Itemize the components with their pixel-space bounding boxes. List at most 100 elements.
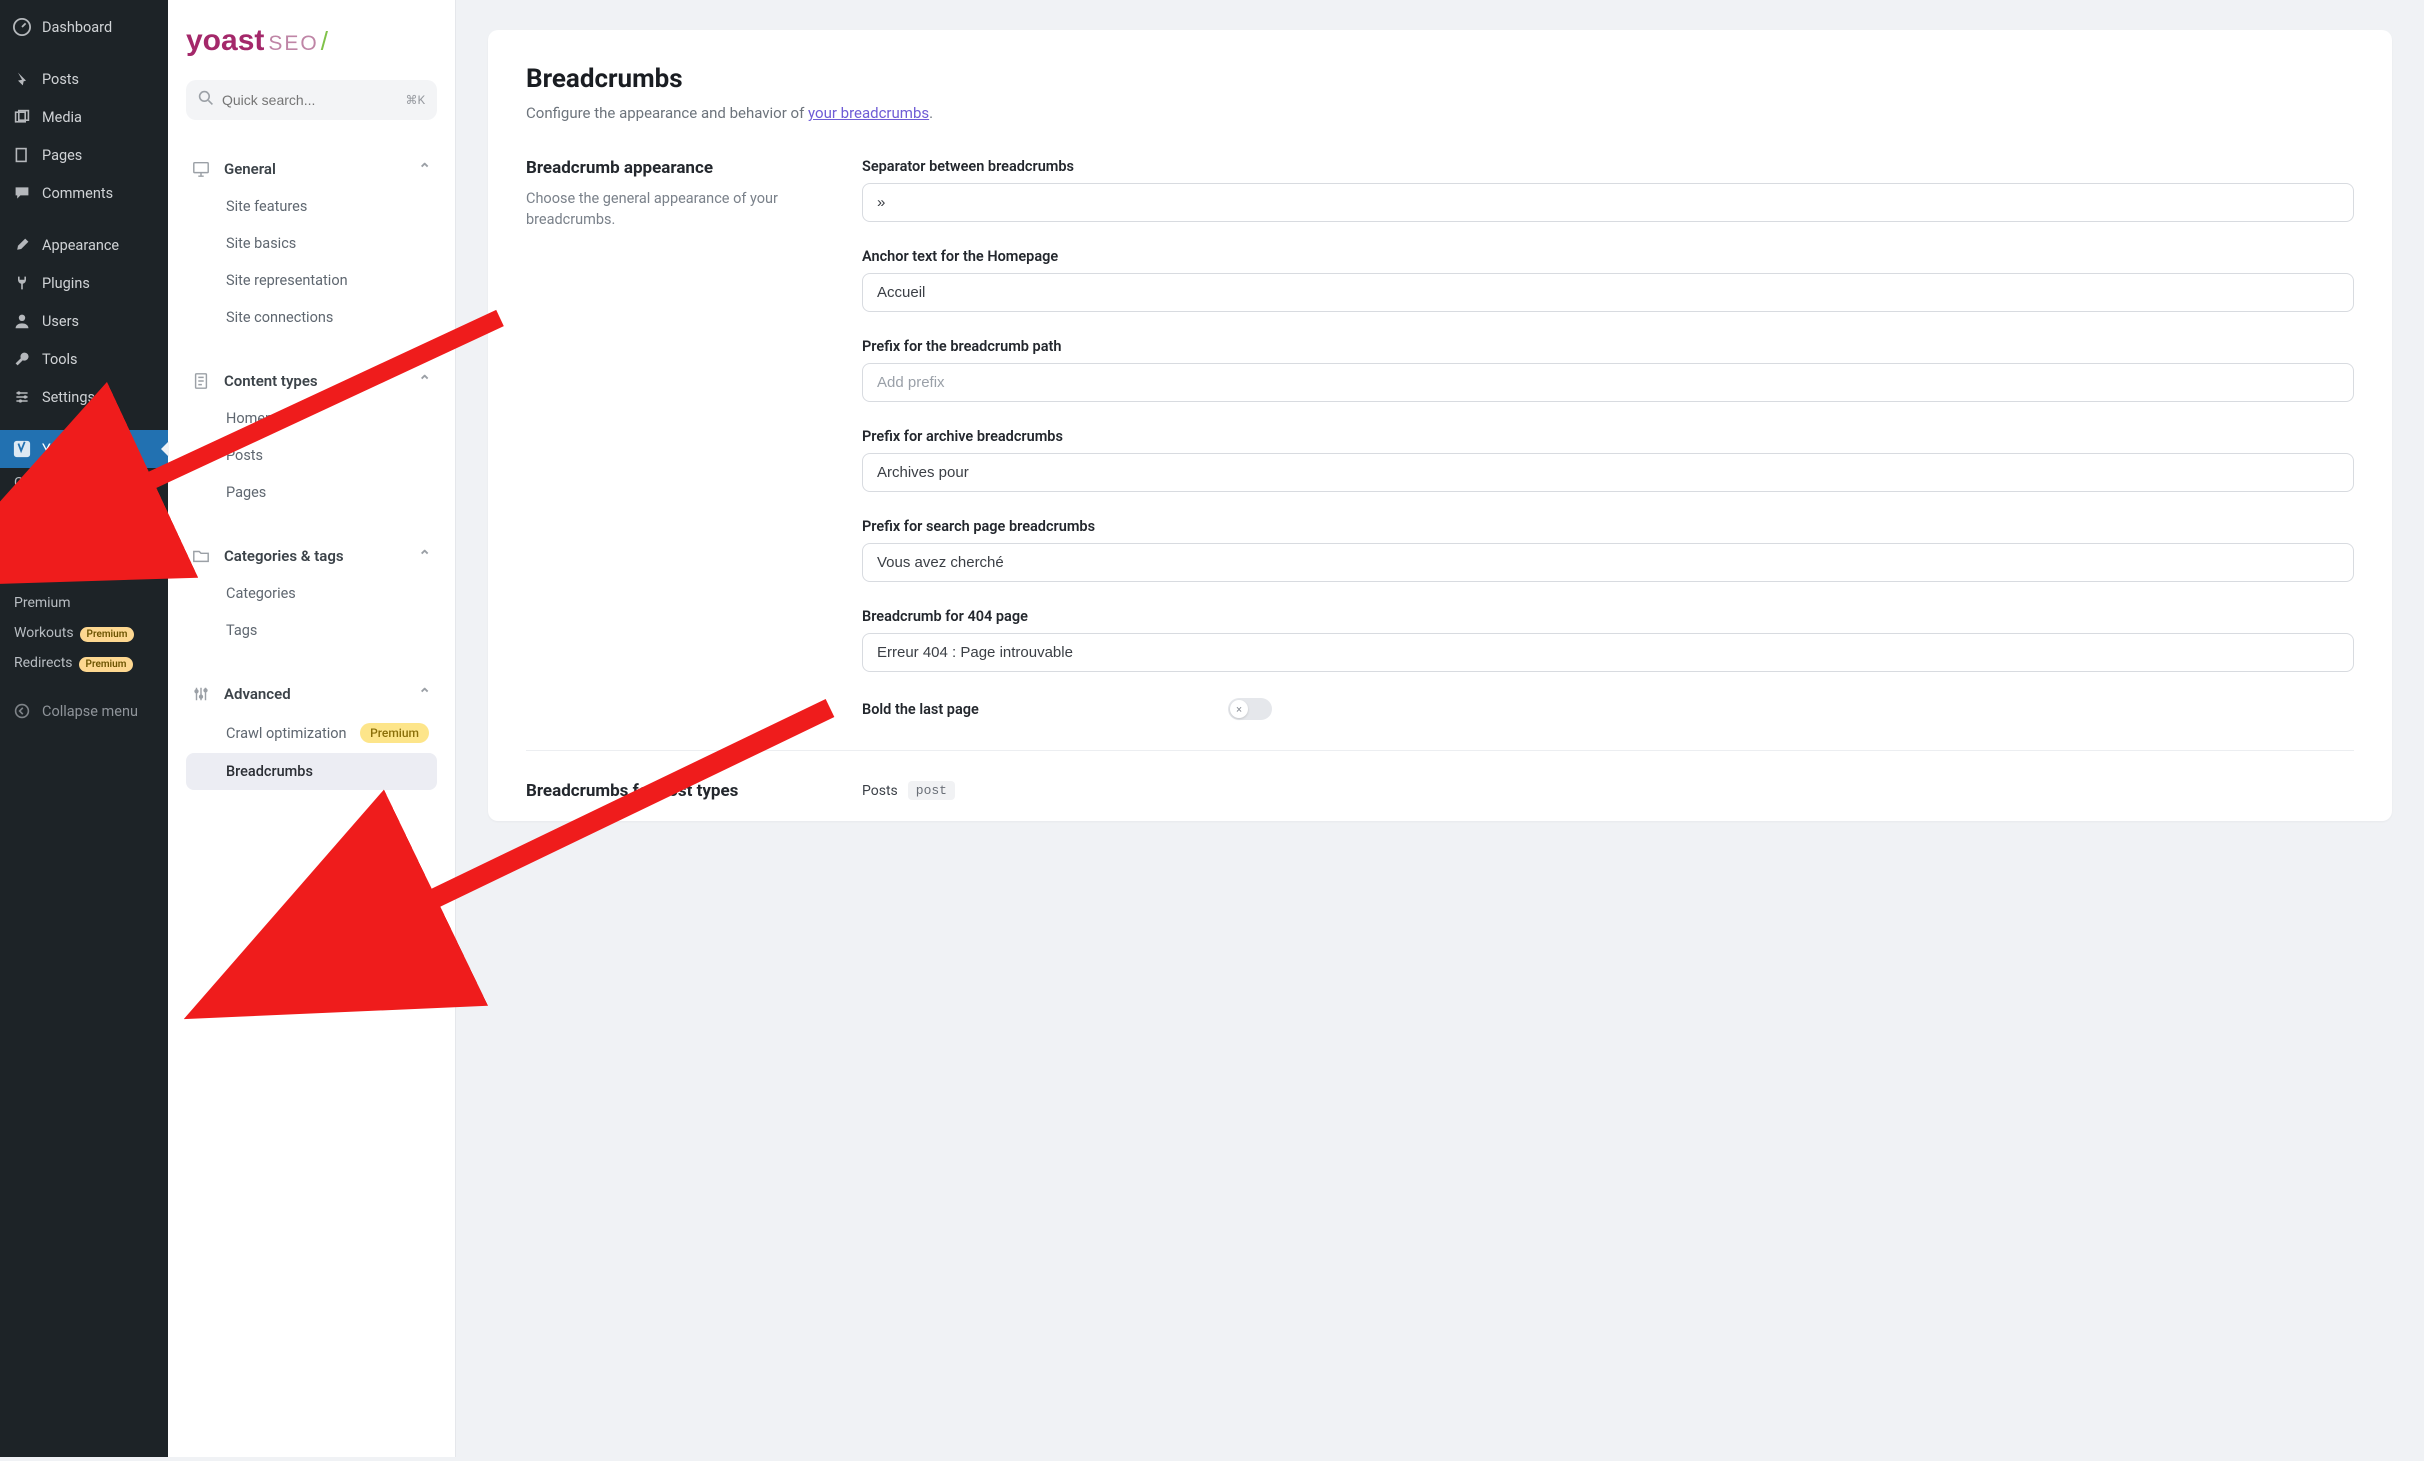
nav-categories[interactable]: Categories	[186, 575, 437, 612]
dashboard-icon	[12, 17, 32, 37]
anchor-input[interactable]	[862, 273, 2354, 312]
yoast-submenu-integrations[interactable]: Integrations	[0, 528, 168, 558]
separator-input[interactable]	[862, 183, 2354, 222]
separator-label: Separator between breadcrumbs	[862, 158, 2354, 175]
quick-search-box[interactable]: ⌘K	[186, 80, 437, 120]
nav-tags[interactable]: Tags	[186, 612, 437, 649]
prefix-archive-label: Prefix for archive breadcrumbs	[862, 428, 2354, 445]
yoast-submenu-premium[interactable]: Premium	[0, 588, 168, 618]
label: Content types	[224, 372, 318, 390]
section-posttypes: Breadcrumbs for post types Posts post	[526, 781, 2354, 811]
sliders-icon	[12, 387, 32, 407]
fields: Separator between breadcrumbs Anchor tex…	[862, 158, 2354, 720]
section-appearance: Breadcrumb appearance Choose the general…	[526, 158, 2354, 751]
nav-site-features[interactable]: Site features	[186, 188, 437, 225]
sidebar-item-posts[interactable]: Posts	[0, 60, 168, 98]
group-content-types: Content types ⌃ Homepage Posts Pages	[186, 362, 437, 511]
quick-search-input[interactable]	[222, 92, 405, 108]
nav-site-basics[interactable]: Site basics	[186, 225, 437, 262]
label: Yoast SEO	[42, 441, 109, 458]
section-desc: Choose the general appearance of your br…	[526, 188, 826, 230]
wrench-icon	[12, 349, 32, 369]
breadcrumbs-doc-link[interactable]: your breadcrumbs	[808, 104, 929, 122]
section-toggle-general[interactable]: General ⌃	[186, 150, 437, 188]
field-404: Breadcrumb for 404 page	[862, 608, 2354, 672]
posttype-posts-row: Posts post	[862, 781, 2354, 800]
section-heading: Breadcrumb appearance Choose the general…	[526, 158, 826, 720]
label: Workouts	[14, 625, 74, 641]
slash: /	[321, 26, 328, 56]
page404-label: Breadcrumb for 404 page	[862, 608, 2354, 625]
label: Appearance	[42, 237, 119, 254]
desc-suffix: .	[929, 104, 933, 122]
nav-posts[interactable]: Posts	[186, 437, 437, 474]
yoast-submenu-tools[interactable]: Tools	[0, 558, 168, 588]
premium-badge: Premium	[80, 627, 135, 642]
label: General	[224, 160, 276, 178]
field-bold-last: Bold the last page ×	[862, 698, 1272, 720]
sidebar-item-media[interactable]: Media	[0, 98, 168, 136]
media-icon	[12, 107, 32, 127]
prefix-path-input[interactable]	[862, 363, 2354, 402]
label: Posts	[42, 71, 79, 88]
page404-input[interactable]	[862, 633, 2354, 672]
nav-site-representation[interactable]: Site representation	[186, 262, 437, 299]
sidebar-item-settings[interactable]: Settings	[0, 378, 168, 416]
posttype-code: post	[908, 781, 955, 800]
settings-card: Breadcrumbs Configure the appearance and…	[488, 30, 2392, 821]
prefix-archive-input[interactable]	[862, 453, 2354, 492]
label: Crawl optimization	[226, 725, 347, 742]
prefix-path-label: Prefix for the breadcrumb path	[862, 338, 2354, 355]
label: Advanced	[224, 685, 291, 703]
document-icon	[192, 372, 214, 390]
nav-pages[interactable]: Pages	[186, 474, 437, 511]
posttype-label: Posts	[862, 783, 898, 799]
nav-crawl-optimization[interactable]: Crawl optimization Premium	[186, 713, 437, 753]
search-icon	[198, 90, 214, 110]
page-description: Configure the appearance and behavior of…	[526, 104, 2354, 122]
section-toggle-advanced[interactable]: Advanced ⌃	[186, 675, 437, 713]
bold-last-toggle[interactable]: ×	[1228, 698, 1272, 720]
nav-site-connections[interactable]: Site connections	[186, 299, 437, 336]
sidebar-item-tools[interactable]: Tools	[0, 340, 168, 378]
prefix-search-label: Prefix for search page breadcrumbs	[862, 518, 2354, 535]
sidebar-item-yoast-seo[interactable]: Yoast SEO	[0, 430, 168, 468]
sidebar-item-plugins[interactable]: Plugins	[0, 264, 168, 302]
label: Users	[42, 313, 79, 330]
comment-icon	[12, 183, 32, 203]
sidebar-item-dashboard[interactable]: Dashboard	[0, 8, 168, 46]
collapse-menu[interactable]: Collapse menu	[0, 692, 168, 730]
yoast-submenu-redirects[interactable]: RedirectsPremium	[0, 648, 168, 678]
section-toggle-content[interactable]: Content types ⌃	[186, 362, 437, 400]
group-general: General ⌃ Site features Site basics Site…	[186, 150, 437, 336]
field-prefix-path: Prefix for the breadcrumb path	[862, 338, 2354, 402]
toggle-knob: ×	[1230, 700, 1248, 718]
label: Pages	[42, 147, 82, 164]
label: Tools	[42, 351, 78, 368]
label: Redirects	[14, 655, 73, 671]
sidebar-item-appearance[interactable]: Appearance	[0, 226, 168, 264]
brand: yoast	[186, 24, 264, 57]
yoast-submenu-workouts[interactable]: Workouts Premium	[0, 618, 168, 648]
sidebar-item-pages[interactable]: Pages	[0, 136, 168, 174]
section-title: Breadcrumb appearance	[526, 158, 826, 178]
label: Settings	[42, 389, 95, 406]
collapse-icon	[12, 701, 32, 721]
group-advanced: Advanced ⌃ Crawl optimization Premium Br…	[186, 675, 437, 790]
sidebar-item-users[interactable]: Users	[0, 302, 168, 340]
label: Media	[42, 109, 82, 126]
yoast-logo: yoastSEO/	[186, 24, 437, 58]
pages-icon	[12, 145, 32, 165]
prefix-search-input[interactable]	[862, 543, 2354, 582]
nav-breadcrumbs[interactable]: Breadcrumbs	[186, 753, 437, 790]
suffix: SEO	[268, 32, 318, 55]
sidebar-item-comments[interactable]: Comments	[0, 174, 168, 212]
chevron-up-icon: ⌃	[418, 372, 431, 390]
yoast-submenu-settings[interactable]: Settings	[0, 498, 168, 528]
field-prefix-search: Prefix for search page breadcrumbs	[862, 518, 2354, 582]
yoast-submenu-general[interactable]: General	[0, 468, 168, 498]
nav-homepage[interactable]: Homepage	[186, 400, 437, 437]
section-toggle-categories[interactable]: Categories & tags ⌃	[186, 537, 437, 575]
premium-badge: Premium	[360, 723, 429, 743]
bold-last-label: Bold the last page	[862, 701, 979, 718]
